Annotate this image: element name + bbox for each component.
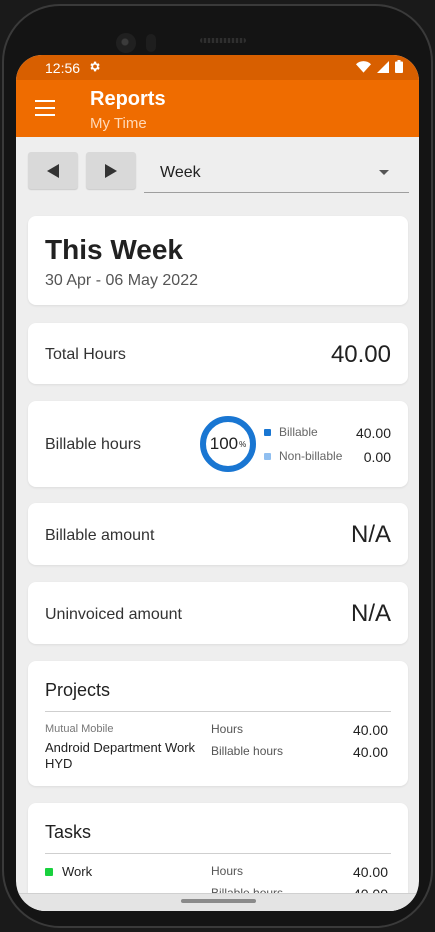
hamburger-menu-icon[interactable]: [35, 100, 55, 116]
status-icons: [356, 59, 403, 76]
period-dropdown-value: Week: [160, 164, 201, 181]
home-gesture-handle[interactable]: [181, 899, 256, 903]
legend-billable: Billable: [264, 425, 318, 439]
billable-amount-value: N/A: [350, 521, 391, 548]
task-hours-label: Hours: [211, 864, 244, 878]
earpiece-speaker: [200, 38, 246, 43]
battery-icon: [395, 59, 403, 76]
week-summary-card: This Week 30 Apr - 06 May 2022: [28, 216, 408, 305]
tasks-divider: [45, 853, 391, 854]
project-hours-value: 40.00: [352, 722, 388, 738]
uninvoiced-amount-card: Uninvoiced amount N/A: [28, 582, 408, 644]
week-title: This Week: [45, 234, 183, 265]
uninvoiced-amount-label: Uninvoiced amount: [45, 606, 182, 623]
tasks-title: Tasks: [45, 822, 92, 842]
task-name: Work: [62, 864, 93, 879]
total-hours-card: Total Hours 40.00: [28, 323, 408, 384]
wifi-icon: [356, 60, 371, 76]
settings-gear-icon: [88, 60, 101, 76]
gesture-nav-bar: [16, 893, 419, 911]
projects-card: Projects Mutual Mobile Android Departmen…: [28, 661, 408, 786]
proximity-sensor: [146, 34, 156, 52]
period-dropdown[interactable]: Week: [144, 147, 409, 193]
billable-amount-label: Billable amount: [45, 527, 155, 544]
project-billable-label: Billable hours: [211, 744, 284, 758]
billable-hours-card: Billable hours 100% Billable 40.00 Non-b…: [28, 401, 408, 487]
projects-divider: [45, 711, 391, 712]
uninvoiced-amount-value: N/A: [350, 600, 391, 627]
total-hours-label: Total Hours: [45, 346, 126, 363]
billable-hours-label: Billable hours: [45, 436, 142, 453]
legend-billable-value: 40.00: [355, 425, 391, 441]
legend-non-billable-value: 0.00: [363, 449, 391, 465]
status-time: 12:56: [45, 59, 81, 76]
billable-percent-sign: %: [239, 439, 247, 449]
previous-period-button[interactable]: [28, 152, 78, 189]
project-name: Android Department Work HYD: [45, 740, 196, 771]
dropdown-arrow-icon: [379, 170, 389, 175]
legend-billable-label: Billable: [279, 425, 318, 439]
front-camera: [116, 33, 136, 53]
task-color-swatch: [45, 868, 53, 876]
task-hours-value: 40.00: [352, 864, 388, 880]
billable-percent-value: 100: [209, 434, 239, 453]
total-hours-value: 40.00: [330, 341, 391, 368]
next-period-button[interactable]: [86, 152, 136, 189]
project-billable-value: 40.00: [352, 744, 388, 760]
page-title: Reports: [90, 88, 166, 110]
legend-non-billable: Non-billable: [264, 449, 342, 463]
page-subtitle: My Time: [90, 115, 147, 132]
app-bar: Reports My Time: [16, 80, 419, 137]
week-date-range: 30 Apr - 06 May 2022: [45, 272, 198, 289]
period-selector-row: Week: [16, 137, 419, 212]
legend-billable-swatch: [264, 428, 271, 436]
billable-amount-card: Billable amount N/A: [28, 503, 408, 565]
legend-non-billable-label: Non-billable: [279, 449, 343, 463]
screen: 12:56 Reports My Time Week This Week 30 …: [16, 55, 419, 911]
projects-title: Projects: [45, 680, 111, 700]
billable-percent: 100%: [199, 415, 257, 473]
triangle-left-icon: [47, 163, 59, 178]
signal-icon: [377, 60, 389, 76]
status-bar: 12:56: [16, 55, 419, 80]
project-hours-label: Hours: [211, 722, 244, 736]
legend-non-billable-swatch: [264, 452, 271, 460]
project-client: Mutual Mobile: [45, 723, 114, 735]
triangle-right-icon: [105, 163, 117, 178]
